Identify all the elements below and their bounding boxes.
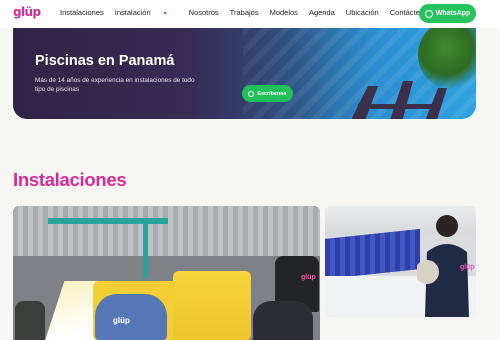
crane-beam — [48, 218, 168, 224]
nav-item-trabajos[interactable]: Trabajos — [230, 8, 259, 17]
worker-left — [15, 301, 45, 340]
hero-banner: Piscinas en Panamá Más de 14 años de exp… — [13, 28, 476, 119]
nav-item-instalacion[interactable]: Instalación ▾ — [115, 8, 178, 17]
pool-wall-photo[interactable]: glüp — [325, 206, 476, 317]
hero-overlay — [13, 28, 476, 119]
yellow-pool-shell-step — [173, 271, 251, 340]
main-menu: Instalaciones Instalación ▾ Nosotros Trab… — [60, 8, 443, 17]
top-nav: glüp Instalaciones Instalación ▾ Nosotros… — [0, 0, 500, 28]
workshop-photo[interactable]: glüp glüp — [13, 206, 320, 340]
whatsapp-icon — [424, 9, 433, 18]
worker-shirt-logo: glüp — [113, 316, 130, 325]
worker-shirt-logo: glüp — [460, 264, 475, 271]
worker-bottom-right — [253, 301, 313, 340]
section-title: Instalaciones — [13, 169, 127, 190]
nav-item-agenda[interactable]: Agenda — [309, 8, 335, 17]
nav-item-instalacion-label: Instalación — [114, 8, 151, 17]
nav-item-nosotros[interactable]: Nosotros — [189, 8, 219, 17]
write-us-button[interactable]: Escríbenos — [242, 85, 293, 102]
brand-logo[interactable]: glüp — [13, 5, 41, 19]
chevron-down-icon: ▾ — [163, 11, 167, 17]
nav-item-modelos[interactable]: Modelos — [270, 8, 298, 17]
nav-item-ubicacion[interactable]: Ubicación — [346, 8, 379, 17]
pool-tile-border — [325, 229, 420, 279]
whatsapp-icon — [248, 90, 255, 97]
workshop-roof — [13, 206, 320, 256]
worker-right-shirt-logo: glüp — [301, 274, 316, 281]
worker-center — [95, 294, 167, 340]
hero-title: Piscinas en Panamá — [35, 53, 175, 69]
hero-subtitle: Más de 14 años de experiencia en instala… — [35, 77, 195, 93]
whatsapp-button[interactable]: WhatsApp — [419, 4, 476, 23]
write-us-button-label: Escríbenos — [257, 90, 287, 97]
whatsapp-button-label: WhatsApp — [435, 10, 471, 17]
nav-item-instalaciones[interactable]: Instalaciones — [60, 8, 104, 17]
crane-post — [143, 218, 148, 278]
